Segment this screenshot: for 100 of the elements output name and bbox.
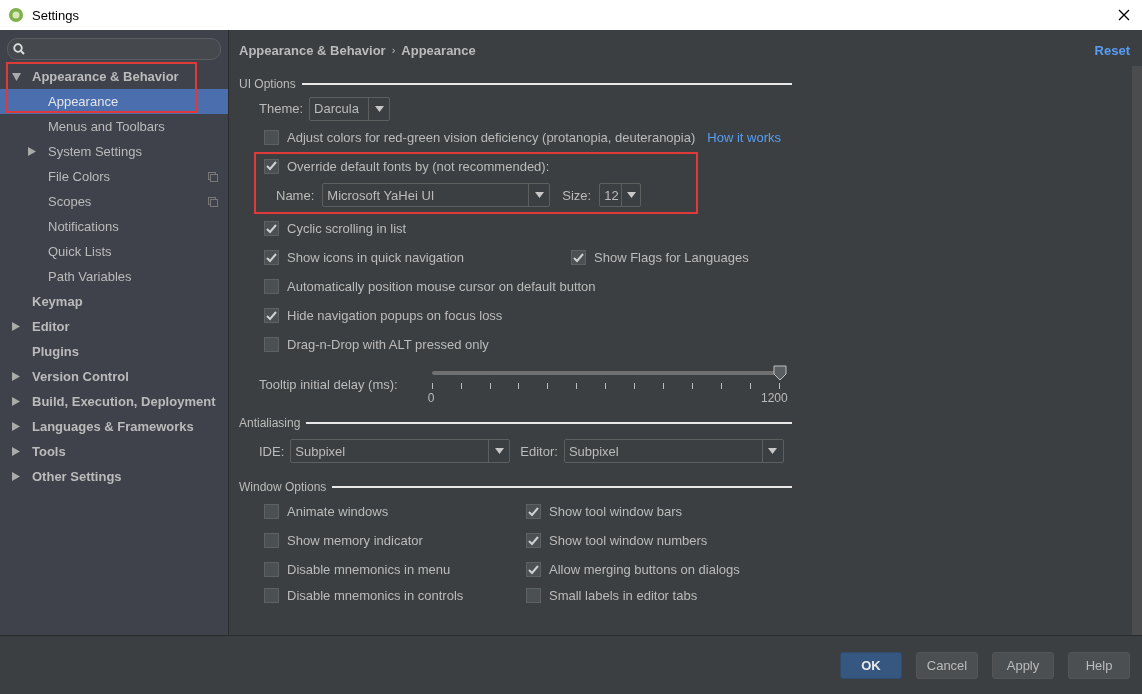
sidebar-item[interactable]: Menus and Toolbars (0, 114, 228, 139)
sidebar-item[interactable]: Keymap (0, 289, 228, 314)
checkbox-label: Allow merging buttons on dialogs (549, 562, 740, 577)
checkbox-square[interactable] (264, 562, 279, 577)
checkbox[interactable]: Show Flags for Languages (571, 250, 792, 265)
collapsed-arrow-icon[interactable] (12, 422, 20, 431)
checkbox-label: Show tool window numbers (549, 533, 708, 548)
editor-label: Editor: (520, 443, 558, 459)
collapsed-arrow-icon[interactable] (12, 472, 20, 481)
sidebar-item[interactable]: Other Settings (0, 464, 228, 489)
breadcrumb-item: Appearance & Behavior (239, 42, 386, 58)
dropdown-caret-icon (768, 448, 778, 454)
section-title: Window Options (239, 480, 327, 494)
checkbox-label: Hide navigation popups on focus loss (287, 308, 503, 323)
checkbox[interactable]: Drag-n-Drop with ALT pressed only (264, 337, 792, 352)
sidebar-item[interactable]: Tools (0, 439, 228, 464)
font-name-label: Name: (276, 187, 315, 203)
checkbox-square[interactable] (264, 587, 279, 603)
checkbox[interactable]: Hide navigation popups on focus loss (264, 308, 792, 323)
checkbox-label: Small labels in editor tabs (549, 587, 698, 603)
checkbox-square[interactable] (264, 504, 279, 519)
breadcrumb-item: Appearance (401, 42, 476, 58)
section-title: UI Options (239, 77, 296, 91)
collapsed-arrow-icon[interactable] (12, 372, 20, 381)
checkbox-label: Show memory indicator (287, 533, 423, 548)
checkbox-label: Show Flags for Languages (594, 250, 749, 265)
checkbox[interactable]: Cyclic scrolling in list (264, 221, 792, 236)
slider-min-label: 0 (427, 391, 435, 405)
sidebar-item[interactable]: File Colors (0, 164, 228, 189)
ide-antialiasing-dropdown[interactable]: Subpixel (290, 439, 511, 463)
font-size-dropdown[interactable]: 12 (599, 183, 642, 207)
reset-link[interactable]: Reset (1094, 42, 1130, 58)
checkbox-square[interactable] (264, 337, 279, 352)
collapsed-arrow-icon[interactable] (12, 447, 20, 456)
checkbox-square[interactable] (526, 562, 541, 577)
collapsed-arrow-icon[interactable] (28, 147, 36, 156)
search-field[interactable] (7, 38, 221, 60)
checkbox-label: Drag-n-Drop with ALT pressed only (287, 337, 489, 352)
ide-label: IDE: (259, 443, 285, 459)
checkbox[interactable]: Automatically position mouse cursor on default button (264, 279, 792, 294)
checkbox-label: Automatically position mouse cursor on default button (287, 279, 596, 294)
sidebar-item[interactable]: Plugins (0, 339, 228, 364)
checkbox-square[interactable] (264, 308, 279, 323)
checkbox-square[interactable] (264, 279, 279, 294)
sidebar-item[interactable]: System Settings (0, 139, 228, 164)
checkbox-square[interactable] (264, 533, 279, 548)
dropdown-caret-icon (374, 105, 384, 112)
dialog-button[interactable]: Apply (992, 651, 1054, 679)
checkbox[interactable]: Small labels in editor tabs (526, 587, 792, 603)
checkbox-square[interactable] (526, 533, 541, 548)
sidebar-item[interactable]: Quick Lists (0, 239, 228, 264)
checkbox-square[interactable] (264, 158, 279, 174)
checkbox[interactable]: Disable mnemonics in controls (264, 587, 526, 603)
sidebar-item[interactable]: Path Variables (0, 264, 228, 289)
dialog-button[interactable]: Help (1068, 651, 1130, 679)
checkbox[interactable]: Disable mnemonics in menu (264, 562, 526, 577)
sidebar-item[interactable]: Notifications (0, 214, 228, 239)
checkbox[interactable]: Show tool window numbers (526, 533, 792, 548)
close-icon[interactable] (1118, 9, 1130, 21)
font-size-label: Size: (562, 187, 592, 203)
editor-antialiasing-dropdown[interactable]: Subpixel (563, 439, 784, 463)
checkbox-square[interactable] (264, 130, 279, 145)
checkbox-square[interactable] (526, 504, 541, 519)
sidebar-item[interactable]: Languages & Frameworks (0, 414, 228, 439)
sidebar-item[interactable]: Version Control (0, 364, 228, 389)
sidebar-item[interactable]: Appearance (0, 89, 228, 114)
dialog-button[interactable]: Cancel (916, 651, 978, 679)
theme-label: Theme: (259, 101, 304, 116)
scrollbar[interactable] (1132, 66, 1142, 635)
font-name-dropdown[interactable]: Microsoft YaHei UI (322, 183, 551, 207)
sidebar-item[interactable]: Build, Execution, Deployment (0, 389, 228, 414)
sidebar-item[interactable]: Editor (0, 314, 228, 339)
checkbox[interactable]: Show icons in quick navigation (264, 250, 571, 265)
checkbox[interactable]: Allow merging buttons on dialogs (526, 562, 792, 577)
sidebar-item[interactable]: Scopes (0, 189, 228, 214)
checkbox-square[interactable] (571, 250, 586, 265)
expanded-arrow-icon[interactable] (11, 72, 21, 81)
dropdown-caret-icon (626, 192, 636, 198)
slider-max-label: 1200 (761, 391, 788, 405)
checkbox[interactable]: Show tool window bars (526, 504, 792, 519)
checkbox[interactable]: Show memory indicator (264, 533, 526, 548)
collapsed-arrow-icon[interactable] (12, 397, 20, 406)
window-title: Settings (32, 7, 80, 23)
slider-thumb[interactable] (772, 365, 787, 381)
checkbox-label: Disable mnemonics in controls (287, 587, 464, 603)
sidebar-item[interactable]: Appearance & Behavior (0, 64, 228, 89)
checkbox-label: Animate windows (287, 504, 389, 519)
app-logo-icon (8, 7, 24, 23)
checkbox-square[interactable] (264, 221, 279, 236)
dropdown-caret-icon (494, 448, 504, 454)
collapsed-arrow-icon[interactable] (12, 322, 20, 331)
checkbox-square[interactable] (264, 250, 279, 265)
checkbox-label: Disable mnemonics in menu (287, 562, 451, 577)
checkbox[interactable]: Animate windows (264, 504, 526, 519)
theme-dropdown[interactable]: Darcula (309, 96, 391, 121)
checkbox-square[interactable] (526, 587, 541, 603)
how-it-works-link[interactable]: How it works (707, 130, 792, 145)
dialog-button[interactable]: OK (840, 651, 902, 679)
checkbox-label: Show icons in quick navigation (287, 250, 465, 265)
checkbox[interactable]: Override default fonts by (not recommended): (264, 158, 696, 174)
